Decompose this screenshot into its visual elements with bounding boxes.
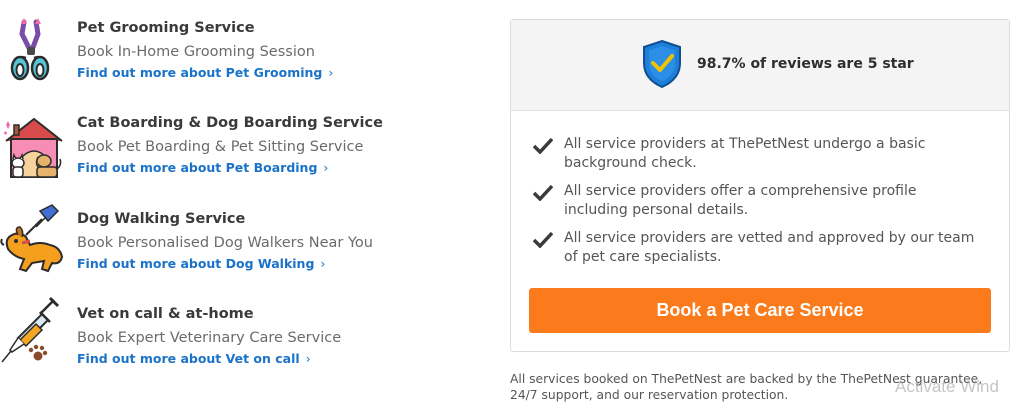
service-subtitle: Book Pet Boarding & Pet Sitting Service <box>77 139 364 155</box>
chevron-right-icon: › <box>328 65 334 80</box>
rating-text: 98.7% of reviews are 5 star <box>697 56 914 72</box>
assurance-item: All service providers at ThePetNest unde… <box>533 135 983 173</box>
syringe-icon <box>0 286 68 370</box>
dog-walking-icon <box>0 191 68 275</box>
service-dog-walking: Dog Walking Service Book Personalised Do… <box>0 191 480 275</box>
chevron-right-icon: › <box>320 256 326 271</box>
service-pet-boarding: Cat Boarding & Dog Boarding Service Book… <box>0 95 480 179</box>
assurance-text: All service providers at ThePetNest unde… <box>564 136 926 171</box>
book-service-button[interactable]: Book a Pet Care Service <box>529 288 991 333</box>
service-subtitle: Book In-Home Grooming Session <box>77 44 315 60</box>
assurance-text: All service providers are vetted and app… <box>564 230 975 265</box>
assurance-item: All service providers are vetted and app… <box>533 229 983 267</box>
rating-header: 98.7% of reviews are 5 star <box>511 20 1009 111</box>
service-subtitle: Book Expert Veterinary Care Service <box>77 330 342 346</box>
assurance-list: All service providers at ThePetNest unde… <box>533 135 983 276</box>
boarding-more-link[interactable]: Find out more about Pet Boarding › <box>77 160 328 175</box>
link-label: Find out more about Pet Boarding <box>77 160 318 175</box>
service-subtitle: Book Personalised Dog Walkers Near You <box>77 235 373 251</box>
scissors-icon <box>0 0 68 84</box>
trust-panel: 98.7% of reviews are 5 star All service … <box>510 19 1010 352</box>
activate-windows-watermark: Activate Wind <box>895 377 999 396</box>
assurance-text: All service providers offer a comprehens… <box>564 183 917 218</box>
walking-more-link[interactable]: Find out more about Dog Walking › <box>77 256 325 271</box>
service-title: Vet on call & at-home <box>77 306 254 322</box>
chevron-right-icon: › <box>305 351 311 366</box>
shield-check-icon <box>643 39 681 89</box>
checkmark-icon <box>533 231 553 248</box>
vet-more-link[interactable]: Find out more about Vet on call › <box>77 351 311 366</box>
pet-house-icon <box>0 95 68 179</box>
service-title: Dog Walking Service <box>77 211 246 227</box>
checkmark-icon <box>533 184 553 201</box>
service-vet-on-call: Vet on call & at-home Book Expert Veteri… <box>0 286 480 370</box>
chevron-right-icon: › <box>323 160 329 175</box>
service-pet-grooming: Pet Grooming Service Book In-Home Groomi… <box>0 0 480 84</box>
service-title: Pet Grooming Service <box>77 20 255 36</box>
link-label: Find out more about Pet Grooming <box>77 65 323 80</box>
link-label: Find out more about Vet on call <box>77 351 300 366</box>
assurance-item: All service providers offer a comprehens… <box>533 182 983 220</box>
checkmark-icon <box>533 137 553 154</box>
service-title: Cat Boarding & Dog Boarding Service <box>77 115 383 131</box>
grooming-more-link[interactable]: Find out more about Pet Grooming › <box>77 65 333 80</box>
link-label: Find out more about Dog Walking <box>77 256 315 271</box>
